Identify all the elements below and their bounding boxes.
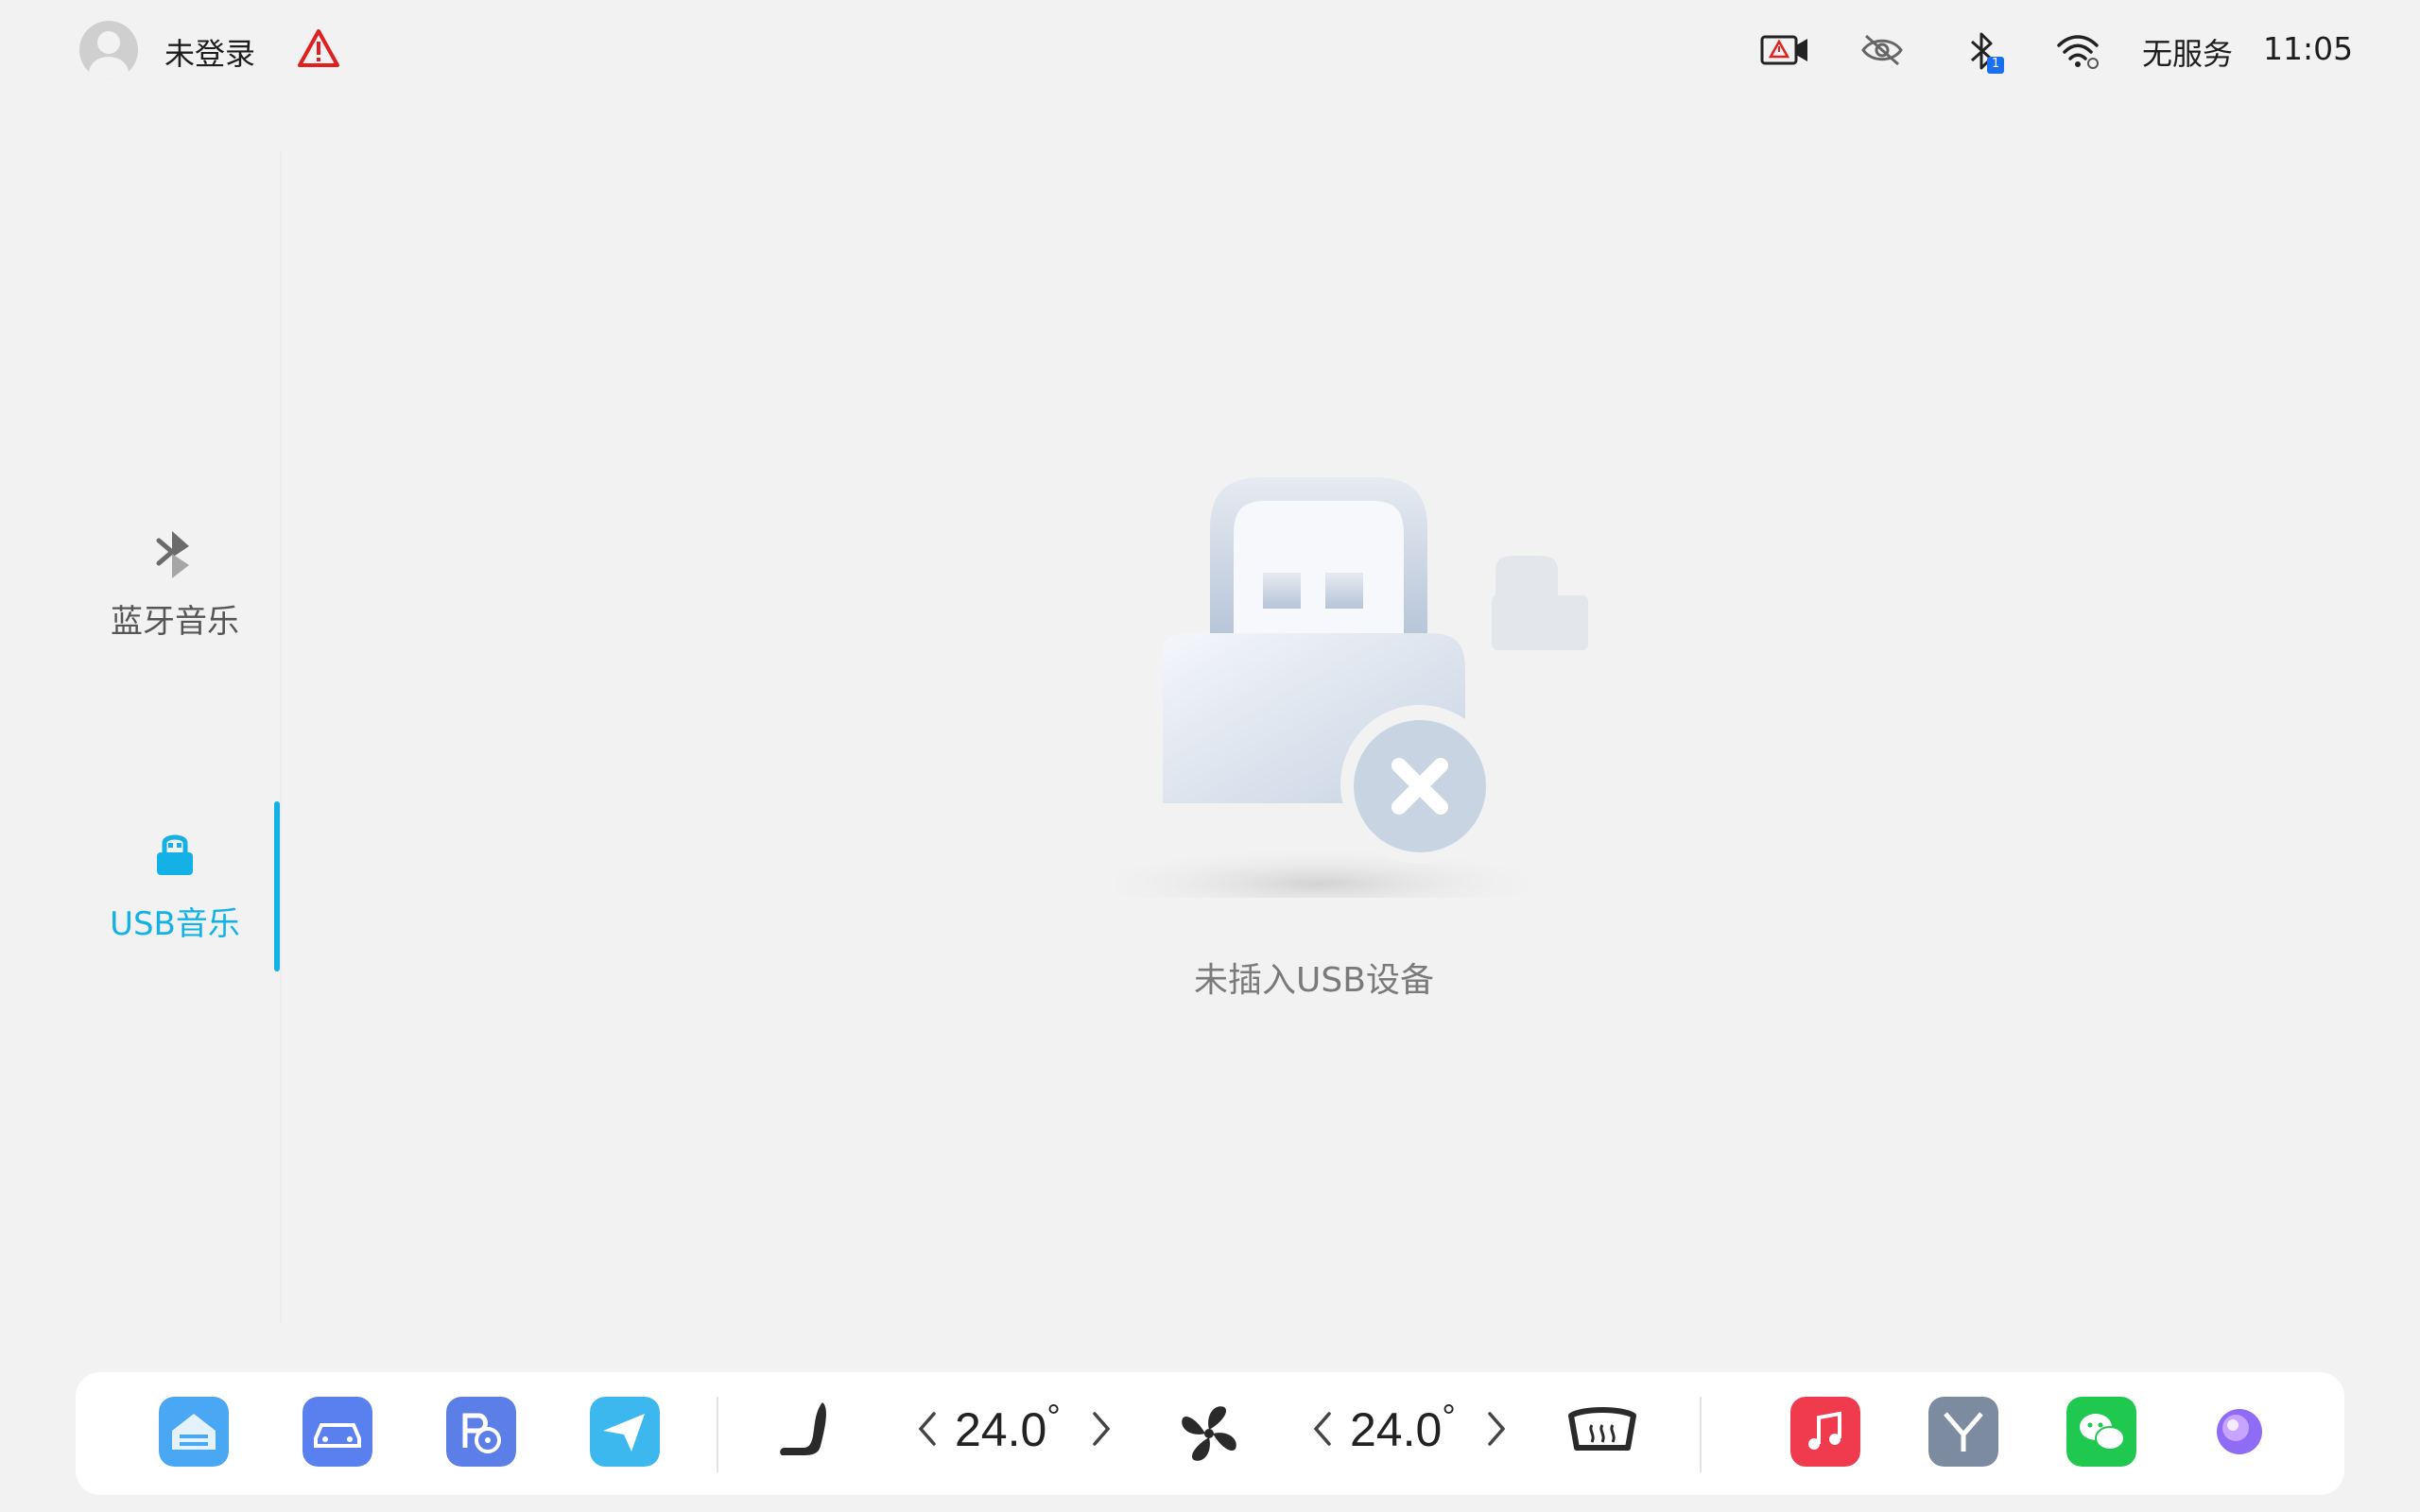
eye-off-icon[interactable] (1858, 30, 1906, 70)
rear-defrost-icon[interactable] (1564, 1393, 1641, 1474)
login-status-label[interactable]: 未登录 (164, 30, 255, 74)
status-bar: 未登录 1 无服务 11:05 (0, 0, 2420, 104)
seat-icon[interactable] (775, 1393, 838, 1474)
sidebar-item-bluetooth-music[interactable]: 蓝牙音乐 (57, 510, 293, 680)
fan-icon[interactable] (1172, 1393, 1246, 1474)
dock-separator (1700, 1397, 1702, 1472)
bluetooth-status[interactable]: 1 (1962, 28, 2006, 76)
left-temp-decrease-button[interactable] (915, 1408, 940, 1450)
bluetooth-icon (156, 531, 189, 578)
brand-app-icon[interactable] (1928, 1397, 1998, 1467)
bluetooth-device-count: 1 (1992, 57, 2000, 71)
wifi-icon[interactable] (2055, 32, 2100, 70)
right-temperature-value: 24.0 (1350, 1403, 1443, 1456)
right-temp-increase-button[interactable] (1484, 1408, 1509, 1450)
wechat-app-icon[interactable] (2066, 1397, 2136, 1467)
warning-icon[interactable] (297, 28, 340, 68)
sidebar-item-label: USB音乐 (110, 905, 240, 943)
left-temp-increase-button[interactable] (1089, 1408, 1114, 1450)
clock: 11:05 (2263, 30, 2354, 67)
left-temperature: 24.0° (955, 1397, 1061, 1457)
right-temp-decrease-button[interactable] (1310, 1408, 1335, 1450)
home-app-icon[interactable] (159, 1397, 229, 1467)
avatar-icon[interactable] (79, 21, 138, 79)
right-temperature: 24.0° (1350, 1397, 1456, 1457)
dashcam-icon[interactable] (1760, 32, 1809, 68)
network-service-label: 无服务 (2142, 36, 2234, 72)
sidebar-divider (280, 151, 282, 1323)
dock-separator (717, 1397, 718, 1472)
bottom-dock: 24.0° 24.0° (76, 1372, 2344, 1495)
navigation-app-icon[interactable] (590, 1397, 660, 1467)
assistant-app-icon[interactable] (2204, 1397, 2274, 1467)
left-temperature-value: 24.0 (955, 1403, 1047, 1456)
vehicle-app-icon[interactable] (302, 1397, 372, 1467)
temperature-unit: ° (1046, 1397, 1061, 1435)
temperature-unit: ° (1442, 1397, 1456, 1435)
sidebar-item-label: 蓝牙音乐 (111, 603, 239, 641)
empty-state-label: 未插入USB设备 (1194, 961, 1434, 1000)
parking-app-icon[interactable] (446, 1397, 516, 1467)
usb-icon (157, 834, 193, 875)
active-indicator (274, 801, 280, 971)
sidebar-item-usb-music[interactable]: USB音乐 (57, 813, 293, 983)
usb-disconnected-icon (1115, 477, 1588, 898)
music-app-icon[interactable] (1790, 1397, 1860, 1467)
